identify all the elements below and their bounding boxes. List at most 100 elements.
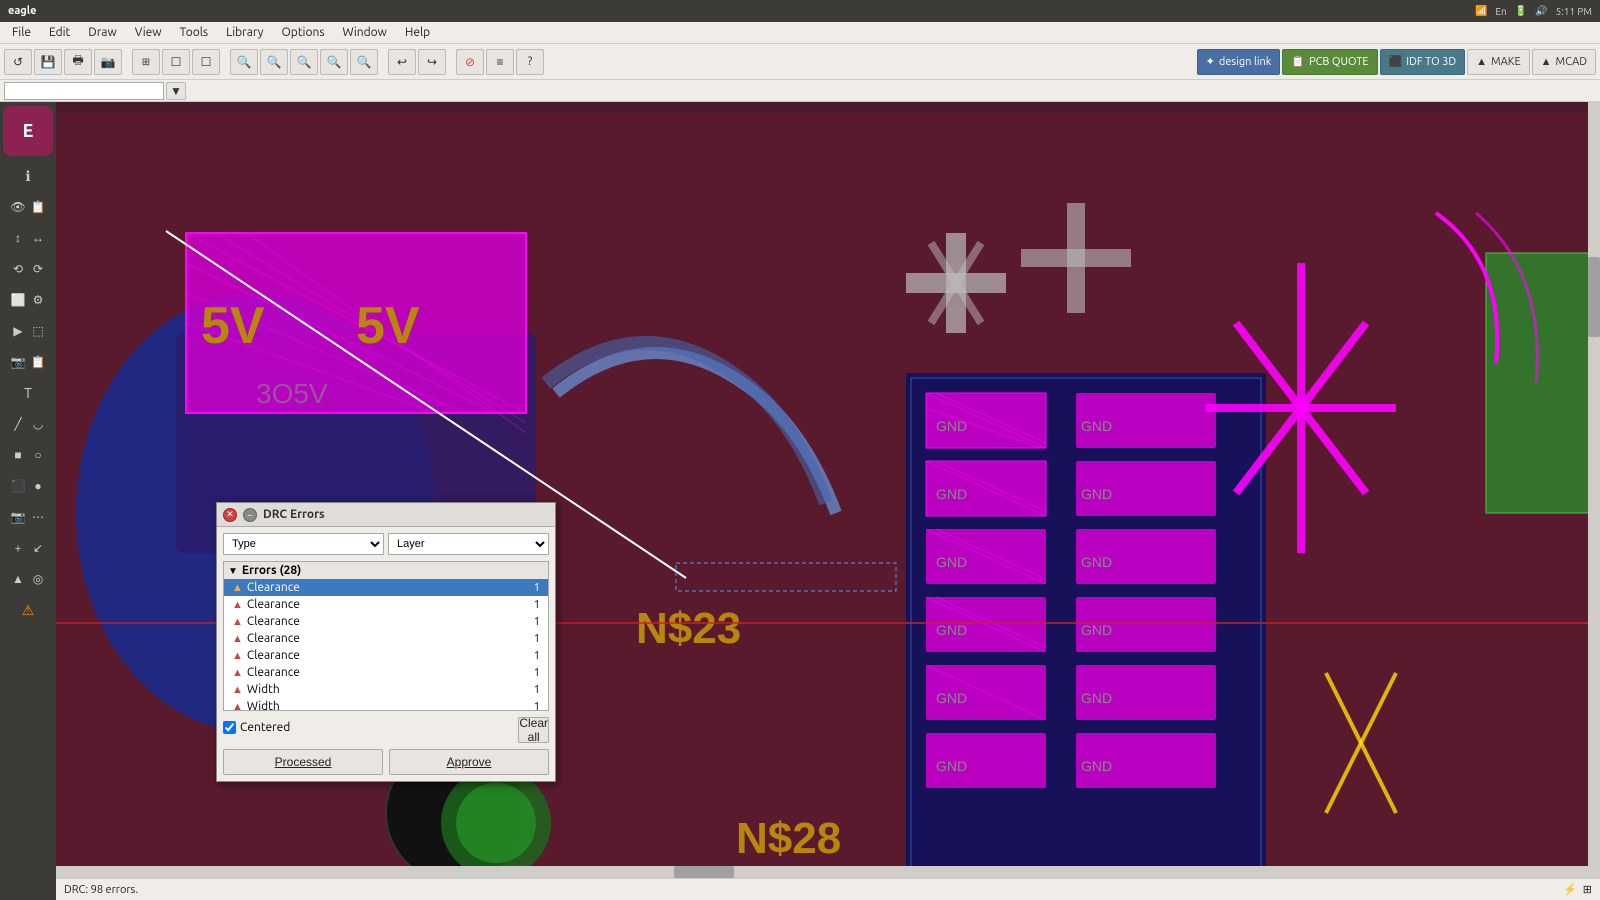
h-scroll-thumb[interactable] <box>674 866 734 878</box>
drc-item-7[interactable]: ▲ Width 1 <box>224 698 548 711</box>
coord-input[interactable]: 0.01 inch (0.94 0.28) <box>4 82 164 100</box>
sidebar-rotate-ccw-icon[interactable]: ⟲ <box>9 254 27 284</box>
sidebar-info-icon[interactable]: ℹ <box>8 161 48 191</box>
undo-button[interactable]: ↺ <box>4 49 32 75</box>
sidebar-frame-icon[interactable]: ⬚ <box>29 316 47 346</box>
drc-error-list[interactable]: ▼ Errors (28) ▲ Clearance 1 ▲ Clearance … <box>223 561 549 711</box>
drc-item-6[interactable]: ▲ Width 1 <box>224 681 548 698</box>
zoom-area-button[interactable]: 🔍 <box>350 49 378 75</box>
menu-tools[interactable]: Tools <box>172 24 217 41</box>
sidebar-eye-icon[interactable]: 👁 <box>9 192 27 222</box>
layout-btn2[interactable]: ☐ <box>192 49 220 75</box>
drc-item-label-3: Clearance <box>247 632 522 645</box>
sidebar-origin-icon[interactable]: ↙ <box>29 533 47 563</box>
menu-options[interactable]: Options <box>273 24 332 41</box>
print-button[interactable]: 🖶 <box>64 49 92 75</box>
menu-extra-button[interactable]: ≡ <box>486 49 514 75</box>
sidebar-settings-icon[interactable]: ⚙ <box>29 285 47 315</box>
drc-item-num-6: 1 <box>526 684 540 696</box>
sidebar-line-icon[interactable]: ╱ <box>9 409 27 439</box>
redo-action-button[interactable]: ↪ <box>418 49 446 75</box>
menu-window[interactable]: Window <box>335 24 395 41</box>
drc-approve-button[interactable]: Approve <box>389 749 549 775</box>
vertical-scrollbar[interactable] <box>1588 102 1600 878</box>
sidebar-dot-icon[interactable]: ● <box>29 471 47 501</box>
zoom-in-button[interactable]: 🔍 <box>260 49 288 75</box>
sidebar-play-icon[interactable]: ▶ <box>9 316 27 346</box>
menu-help[interactable]: Help <box>397 24 438 41</box>
sidebar-move-h-icon[interactable]: ↔ <box>29 223 47 253</box>
layout-btn1[interactable]: ☐ <box>162 49 190 75</box>
svg-text:GND: GND <box>936 758 967 774</box>
sidebar-arc-icon[interactable]: ◡ <box>29 409 47 439</box>
drc-item-1[interactable]: ▲ Clearance 1 <box>224 596 548 613</box>
canvas-area[interactable]: 5V 5V 3O5V <box>56 102 1600 900</box>
drc-item-3[interactable]: ▲ Clearance 1 <box>224 630 548 647</box>
horizontal-scrollbar[interactable] <box>56 866 1600 878</box>
drc-item-2[interactable]: ▲ Clearance 1 <box>224 613 548 630</box>
pcb-quote-button[interactable]: 📋 PCB QUOTE <box>1282 49 1377 75</box>
sidebar-eye2-icon[interactable]: 📋 <box>29 192 47 222</box>
volume-icon: 🔊 <box>1535 5 1547 17</box>
drc-group-header[interactable]: ▼ Errors (28) <box>224 562 548 579</box>
sidebar-circle-icon[interactable]: ○ <box>29 440 47 470</box>
menu-draw[interactable]: Draw <box>80 24 124 41</box>
drc-clear-all-button[interactable]: Clear all <box>518 717 549 743</box>
sidebar-move-v-icon[interactable]: ↕ <box>9 223 27 253</box>
sidebar-rect-icon[interactable]: ⬜ <box>9 285 27 315</box>
menu-file[interactable]: File <box>4 24 39 41</box>
sidebar-drc-icon[interactable]: 📋 <box>29 347 47 377</box>
coord-expand-button[interactable]: ▼ <box>166 82 186 100</box>
idf-button[interactable]: ⬛ IDF TO 3D <box>1380 49 1466 75</box>
drc-warn-icon-7: ▲ <box>232 701 243 712</box>
lightning-icon: ⚡ <box>1563 883 1577 896</box>
screenshot-button[interactable]: 📷 <box>94 49 122 75</box>
sidebar-fill-icon[interactable]: ⬛ <box>9 471 27 501</box>
sidebar-warning-icon[interactable]: ⚠ <box>8 595 48 625</box>
drc-minimize-button[interactable]: – <box>243 508 257 522</box>
svg-text:GND: GND <box>1081 758 1112 774</box>
drc-close-button[interactable]: ✕ <box>223 508 237 522</box>
design-link-button[interactable]: ✦ design link <box>1197 49 1281 75</box>
drc-processed-button[interactable]: Processed <box>223 749 383 775</box>
sidebar-pad-icon[interactable]: ▲ <box>9 564 27 594</box>
status-text: DRC: 98 errors. <box>64 884 138 896</box>
menu-edit[interactable]: Edit <box>41 24 78 41</box>
mcad-button[interactable]: ▲ MCAD <box>1532 49 1596 75</box>
drc-warn-icon-5: ▲ <box>232 667 243 679</box>
sidebar-rect2-icon[interactable]: ■ <box>9 440 27 470</box>
sidebar-dims-icon[interactable]: ⋯ <box>29 502 47 532</box>
left-sidebar: E ℹ 👁 📋 ↕ ↔ ⟲ ⟳ ⬜ ⚙ ▶ ⬚ 📷 📋 T ╱ ◡ <box>0 102 56 900</box>
svg-text:N$28: N$28 <box>736 814 841 863</box>
drc-item-4[interactable]: ▲ Clearance 1 <box>224 647 548 664</box>
drc-item-label-5: Clearance <box>247 666 522 679</box>
drc-titlebar[interactable]: ✕ – DRC Errors <box>217 503 555 527</box>
drc-layer-filter[interactable]: Layer <box>388 533 549 555</box>
stop-button[interactable]: ⊘ <box>456 49 484 75</box>
svg-text:GND: GND <box>936 622 967 638</box>
sidebar-text-icon[interactable]: T <box>8 378 48 408</box>
v-scroll-thumb[interactable] <box>1588 257 1600 337</box>
drc-item-5[interactable]: ▲ Clearance 1 <box>224 664 548 681</box>
make-button[interactable]: ▲ MAKE <box>1467 49 1529 75</box>
sidebar-photo-icon[interactable]: 📷 <box>9 502 27 532</box>
zoom-out-button[interactable]: 🔍 <box>230 49 258 75</box>
coordbar: 0.01 inch (0.94 0.28) ▼ <box>0 80 1600 102</box>
menu-library[interactable]: Library <box>218 24 271 41</box>
sidebar-via-icon[interactable]: ◎ <box>29 564 47 594</box>
drc-type-filter[interactable]: Type <box>223 533 384 555</box>
zoom-select-button[interactable]: 🔍 <box>320 49 348 75</box>
help-button[interactable]: ? <box>516 49 544 75</box>
grid-button[interactable]: ⊞ <box>132 49 160 75</box>
sidebar-cam-icon[interactable]: 📷 <box>9 347 27 377</box>
zoom-fit-button[interactable]: 🔍 <box>290 49 318 75</box>
sidebar-crosshair-icon[interactable]: + <box>9 533 27 563</box>
drc-item-0[interactable]: ▲ Clearance 1 <box>224 579 548 596</box>
save-button[interactable]: 💾 <box>34 49 62 75</box>
menu-view[interactable]: View <box>127 24 170 41</box>
sidebar-rotate-cw-icon[interactable]: ⟳ <box>29 254 47 284</box>
drc-centered-checkbox[interactable] <box>223 721 236 734</box>
statusbar: DRC: 98 errors. ⚡ ⊞ <box>56 878 1600 900</box>
undo-action-button[interactable]: ↩ <box>388 49 416 75</box>
svg-text:GND: GND <box>936 554 967 570</box>
